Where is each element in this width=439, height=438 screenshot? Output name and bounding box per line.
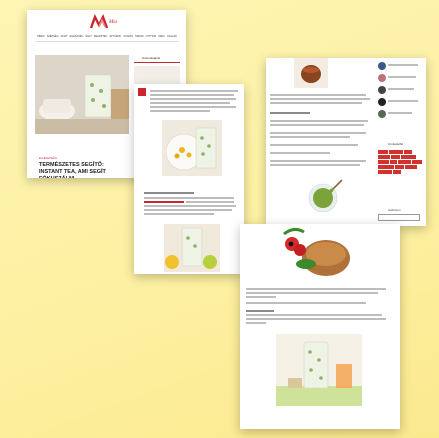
tag-link[interactable]	[378, 160, 389, 164]
tags-heading: Címkefelhő	[388, 142, 404, 146]
article-title[interactable]: TERMÉSZETES SEGÍTŐ: INSTANT TEA, AMI SEG…	[39, 162, 119, 178]
nav-item[interactable]: SZTÁROK	[109, 35, 121, 38]
avatar[interactable]	[378, 62, 386, 70]
avatar[interactable]	[378, 98, 386, 106]
avatar[interactable]	[378, 86, 386, 94]
article-category[interactable]: EGÉSZSÉG	[39, 156, 57, 160]
nav-item[interactable]: SZÉPSÉG	[47, 35, 59, 38]
tag-cloud	[378, 150, 422, 174]
nav-item[interactable]: CSALÁD	[167, 35, 177, 38]
hero-image	[35, 55, 129, 134]
divider	[35, 41, 178, 42]
nav-item[interactable]: EGÉSZSÉG	[70, 35, 84, 38]
tag-link[interactable]	[404, 150, 412, 154]
nav-item[interactable]: SZEX	[158, 35, 165, 38]
nav-item[interactable]: TREND	[135, 35, 144, 38]
tag-link[interactable]	[378, 150, 388, 154]
article-page-bottom	[240, 224, 400, 429]
nav-item[interactable]: RECEPTEK	[94, 35, 107, 38]
nav-item[interactable]: OTTHON	[146, 35, 157, 38]
tag-link[interactable]	[393, 170, 401, 174]
tag-link[interactable]	[398, 160, 411, 164]
magazine-logo: Mia	[89, 14, 118, 29]
article-page-body	[134, 84, 244, 274]
avatar[interactable]	[378, 74, 386, 82]
archive-select[interactable]	[378, 214, 420, 221]
nav-item[interactable]: ÉLET	[85, 35, 91, 38]
tag-link[interactable]	[390, 160, 397, 164]
nav-item[interactable]: UTAZÁS	[123, 35, 133, 38]
sidebar-heading: Hírlevélajánló	[142, 56, 161, 60]
guarana-powder-image	[270, 224, 360, 280]
product-pack-image	[276, 334, 362, 406]
tag-link[interactable]	[389, 150, 403, 154]
main-nav: HÍREK SZÉPSÉG DIVAT EGÉSZSÉG ÉLET RECEPT…	[37, 35, 177, 38]
tag-link[interactable]	[412, 160, 422, 164]
tag-link[interactable]	[401, 155, 416, 159]
tag-link[interactable]	[395, 165, 404, 169]
logo-text: Mia	[108, 20, 118, 25]
nav-item[interactable]: HÍREK	[37, 35, 45, 38]
tea-cup-image	[294, 58, 328, 88]
tag-link[interactable]	[378, 170, 392, 174]
product-photo-plate	[162, 120, 222, 176]
small-logo	[138, 88, 146, 96]
product-photo-citrus	[164, 224, 220, 272]
avatar[interactable]	[378, 110, 386, 118]
archive-heading: Archívum	[388, 208, 401, 212]
matcha-image	[304, 176, 346, 218]
tag-link[interactable]	[391, 155, 400, 159]
tag-link[interactable]	[378, 155, 390, 159]
nav-item[interactable]: DIVAT	[61, 35, 68, 38]
right-sidebar: Címkefelhő	[374, 58, 426, 226]
tag-link[interactable]	[405, 165, 417, 169]
article-page-sidebar: Címkefelhő Archívum	[266, 58, 426, 226]
tag-link[interactable]	[378, 165, 394, 169]
